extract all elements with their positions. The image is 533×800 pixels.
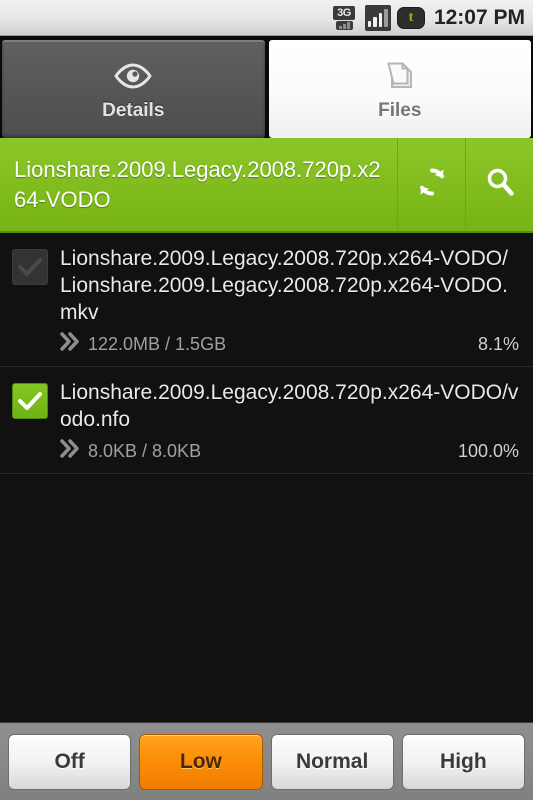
network-3g-label: 3G — [332, 5, 355, 20]
download-arrows-icon — [60, 439, 80, 463]
file-list-item[interactable]: Lionshare.2009.Legacy.2008.720p.x264-VOD… — [0, 233, 533, 367]
file-info: Lionshare.2009.Legacy.2008.720p.x264-VOD… — [60, 245, 519, 356]
file-name: Lionshare.2009.Legacy.2008.720p.x264-VOD… — [60, 381, 519, 431]
file-progress-row: 8.0KB / 8.0KB 100.0% — [60, 439, 519, 463]
tab-details-label: Details — [102, 100, 165, 121]
signal-bars-icon — [364, 4, 391, 31]
priority-off-button[interactable]: Off — [8, 733, 132, 790]
app-root: 3G t 12:07 PM Details Files Lionshare.20… — [0, 0, 533, 800]
refresh-icon — [415, 165, 449, 204]
file-percent: 8.1% — [477, 333, 519, 354]
tab-bar: Details Files — [0, 36, 533, 138]
file-progress-row: 122.0MB / 1.5GB 8.1% — [60, 332, 519, 356]
refresh-button[interactable] — [397, 138, 465, 231]
file-list[interactable]: Lionshare.2009.Legacy.2008.720p.x264-VOD… — [0, 233, 533, 722]
search-icon — [483, 165, 517, 204]
file-list-item[interactable]: Lionshare.2009.Legacy.2008.720p.x264-VOD… — [0, 367, 533, 474]
priority-bar: Off Low Normal High — [0, 722, 533, 800]
file-size-text: 8.0KB / 8.0KB — [88, 440, 202, 461]
priority-low-button[interactable]: Low — [139, 733, 263, 790]
file-percent: 100.0% — [457, 440, 519, 461]
network-3g-bars — [335, 20, 353, 30]
tab-files[interactable]: Files — [268, 40, 531, 138]
file-info: Lionshare.2009.Legacy.2008.720p.x264-VOD… — [60, 379, 519, 463]
download-arrows-icon — [60, 332, 80, 356]
search-button[interactable] — [465, 138, 533, 231]
status-clock: 12:07 PM — [433, 5, 525, 29]
tab-files-label: Files — [378, 100, 422, 121]
file-checkbox[interactable] — [12, 383, 48, 419]
priority-high-button[interactable]: High — [401, 733, 525, 790]
torrent-name: Lionshare.2009.Legacy.2008.720p.x264-VOD… — [14, 156, 381, 212]
file-size-text: 122.0MB / 1.5GB — [88, 333, 227, 354]
eye-icon — [113, 58, 153, 94]
stacked-pages-icon — [382, 58, 418, 94]
torrent-title-bar: Lionshare.2009.Legacy.2008.720p.x264-VOD… — [0, 138, 533, 233]
status-bar: 3G t 12:07 PM — [0, 0, 533, 36]
network-3g-icon: 3G — [332, 5, 359, 31]
file-checkbox[interactable] — [12, 249, 48, 285]
transmission-app-icon: t — [396, 6, 425, 29]
transmission-glyph: t — [408, 9, 414, 25]
file-name: Lionshare.2009.Legacy.2008.720p.x264-VOD… — [60, 247, 508, 324]
tab-details[interactable]: Details — [2, 40, 265, 138]
priority-normal-button[interactable]: Normal — [270, 733, 394, 790]
